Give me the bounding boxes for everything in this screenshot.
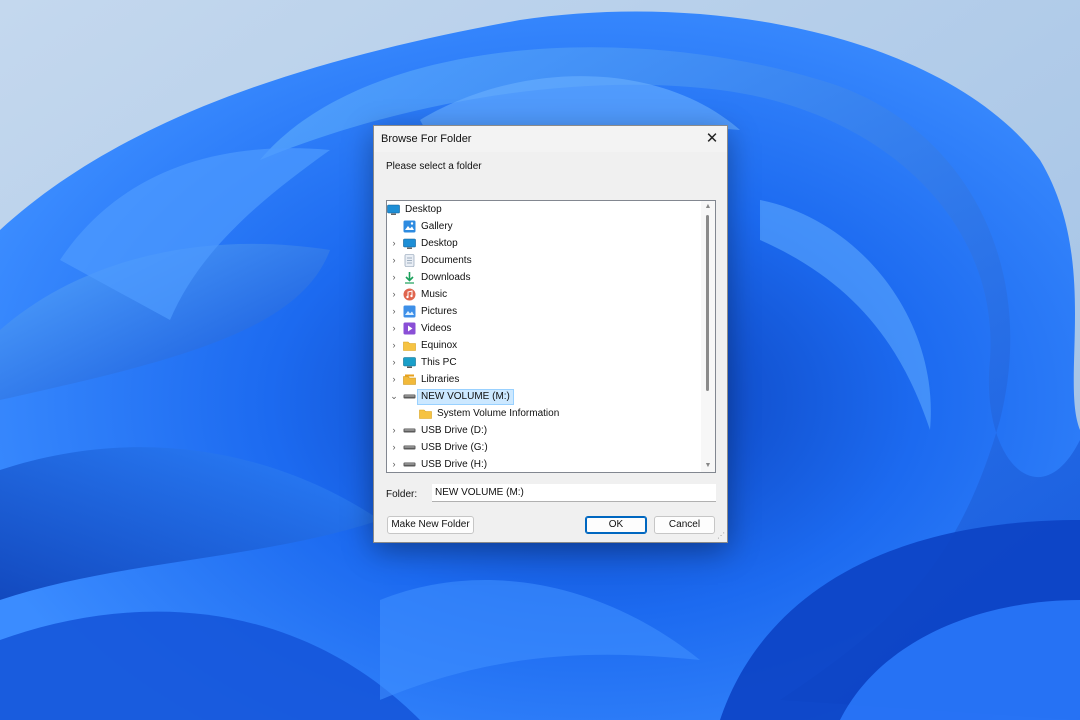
chevron-right-icon[interactable]: › (389, 269, 399, 286)
music-icon (403, 288, 416, 301)
scroll-up-icon[interactable]: ▲ (701, 201, 715, 213)
tree-item[interactable]: › Downloads (387, 269, 701, 286)
chevron-right-icon[interactable]: › (389, 422, 399, 439)
close-icon: ✕ (705, 130, 719, 147)
folder-icon (403, 339, 416, 352)
tree-item[interactable]: Gallery (387, 218, 701, 235)
folder-tree-items: Desktop Gallery › Desktop › Documents › Downloa… (387, 201, 701, 472)
scroll-down-icon[interactable]: ▼ (701, 460, 715, 472)
tree-item[interactable]: Desktop (387, 201, 701, 218)
tree-item[interactable]: › USB Drive (G:) (387, 439, 701, 456)
tree-item-label: Downloads (421, 272, 471, 283)
resize-grip-icon[interactable]: ⋰ (717, 531, 725, 540)
chevron-right-icon[interactable]: › (389, 371, 399, 388)
videos-icon (403, 322, 416, 335)
documents-icon (403, 254, 416, 267)
close-button[interactable]: ✕ (701, 129, 723, 149)
tree-item-label: Equinox (421, 340, 458, 351)
tree-item[interactable]: System Volume Information (387, 405, 701, 422)
tree-item[interactable]: › USB Drive (H:) (387, 456, 701, 472)
tree-item-label: NEW VOLUME (M:) (417, 389, 514, 405)
chevron-down-icon[interactable]: ⌄ (389, 388, 399, 405)
folder-tree[interactable]: Desktop Gallery › Desktop › Documents › Downloa… (386, 200, 716, 473)
tree-item[interactable]: › Desktop (387, 235, 701, 252)
tree-item-label: Music (421, 289, 448, 300)
vertical-scrollbar[interactable]: ▲ ▼ (701, 201, 715, 472)
tree-item-label: Gallery (421, 221, 453, 232)
chevron-right-icon[interactable]: › (389, 303, 399, 320)
tree-item[interactable]: › This PC (387, 354, 701, 371)
tree-item-label: Desktop (421, 238, 458, 249)
tree-item-label: USB Drive (H:) (421, 459, 488, 470)
tree-item-label: Pictures (421, 306, 458, 317)
drive-icon (403, 458, 416, 471)
drive-icon (403, 441, 416, 454)
tree-item-label: Videos (421, 323, 452, 334)
ok-button[interactable]: OK (585, 516, 647, 534)
chevron-right-icon[interactable]: › (389, 320, 399, 337)
tree-item-label: System Volume Information (437, 408, 560, 419)
tree-item[interactable]: › USB Drive (D:) (387, 422, 701, 439)
downloads-icon (403, 271, 416, 284)
libraries-icon (403, 373, 416, 386)
cancel-button[interactable]: Cancel (654, 516, 715, 534)
folder-field[interactable] (432, 484, 716, 502)
browse-folder-dialog: Browse For Folder ✕ Please select a fold… (373, 125, 728, 543)
tree-item[interactable]: › Pictures (387, 303, 701, 320)
chevron-right-icon[interactable]: › (389, 337, 399, 354)
tree-item-label: Desktop (405, 204, 442, 215)
chevron-right-icon[interactable]: › (389, 286, 399, 303)
tree-item-label: USB Drive (G:) (421, 442, 488, 453)
folder-field-label: Folder: (386, 489, 418, 500)
scroll-thumb[interactable] (706, 215, 709, 391)
tree-item[interactable]: › Equinox (387, 337, 701, 354)
tree-item-label: Documents (421, 255, 472, 266)
chevron-right-icon[interactable]: › (389, 439, 399, 456)
pictures-icon (403, 305, 416, 318)
drive-icon (403, 424, 416, 437)
tree-item-label: This PC (421, 357, 457, 368)
tree-item[interactable]: › Libraries (387, 371, 701, 388)
gallery-icon (403, 220, 416, 233)
desktop-icon (403, 237, 416, 250)
chevron-right-icon[interactable]: › (389, 354, 399, 371)
tree-item[interactable]: ⌄ NEW VOLUME (M:) (387, 388, 701, 405)
computer-icon (403, 356, 416, 369)
chevron-right-icon[interactable]: › (389, 456, 399, 472)
tree-item-label: USB Drive (D:) (421, 425, 488, 436)
tree-item[interactable]: › Videos (387, 320, 701, 337)
tree-item-label: Libraries (421, 374, 460, 385)
tree-item[interactable]: › Music (387, 286, 701, 303)
tree-item[interactable]: › Documents (387, 252, 701, 269)
drive-icon (403, 390, 416, 403)
desktop-icon (387, 203, 400, 216)
dialog-prompt: Please select a folder (386, 161, 482, 172)
make-new-folder-button[interactable]: Make New Folder (387, 516, 474, 534)
chevron-right-icon[interactable]: › (389, 235, 399, 252)
chevron-right-icon[interactable]: › (389, 252, 399, 269)
title-bar[interactable]: Browse For Folder ✕ (374, 126, 727, 152)
dialog-title: Browse For Folder (381, 133, 472, 145)
folder-icon (419, 407, 432, 420)
